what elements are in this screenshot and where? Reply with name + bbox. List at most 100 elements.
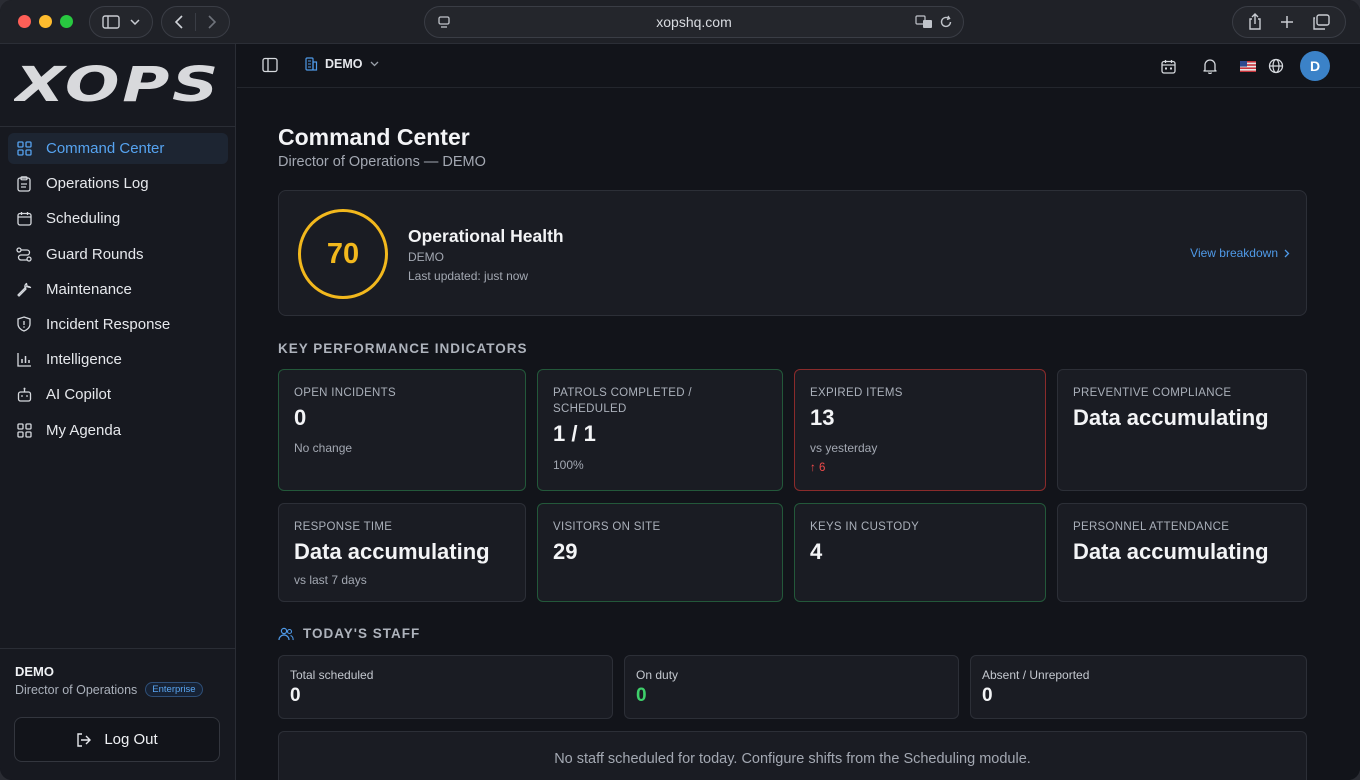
log-out-button[interactable]: Log Out bbox=[14, 717, 220, 762]
browser-toolbar: xopshq.com bbox=[0, 0, 1360, 44]
panel-toggle-icon[interactable] bbox=[262, 57, 278, 73]
avatar[interactable]: D bbox=[1300, 51, 1330, 81]
bot-icon bbox=[16, 387, 32, 403]
app-topbar: DEMO D bbox=[237, 44, 1360, 88]
browser-actions bbox=[1232, 6, 1346, 38]
kpi-label: VISITORS ON SITE bbox=[553, 521, 661, 533]
share-icon[interactable] bbox=[1248, 13, 1262, 31]
kpi-value: 0 bbox=[294, 405, 307, 430]
sidebar-item-incident-response[interactable]: Incident Response bbox=[8, 309, 228, 340]
grid-icon bbox=[16, 141, 32, 157]
kpi-value: 29 bbox=[553, 539, 578, 564]
view-breakdown-label: View breakdown bbox=[1190, 246, 1278, 260]
close-window-button[interactable] bbox=[18, 15, 31, 28]
sidebar-item-ai-copilot[interactable]: AI Copilot bbox=[8, 379, 228, 410]
sidebar-item-label: Scheduling bbox=[46, 210, 121, 228]
kpi-label: EXPIRED ITEMS bbox=[810, 387, 903, 399]
kpi-value: Data accumulating bbox=[294, 539, 490, 564]
sidebar-icon bbox=[102, 15, 120, 29]
zoom-window-button[interactable] bbox=[60, 15, 73, 28]
org-name: DEMO bbox=[325, 57, 363, 71]
new-tab-icon[interactable] bbox=[1280, 15, 1294, 29]
minimize-window-button[interactable] bbox=[39, 15, 52, 28]
sidebar-item-label: My Agenda bbox=[46, 421, 122, 439]
kpi-label: KEYS IN CUSTODY bbox=[810, 521, 920, 533]
topbar-actions: D bbox=[1154, 50, 1330, 82]
health-score: 70 bbox=[298, 209, 388, 299]
staff-card-on-duty: On duty 0 bbox=[624, 655, 959, 719]
kpi-card-personnel-attendance[interactable]: PERSONNEL ATTENDANCE Data accumulating bbox=[1057, 503, 1307, 602]
kpi-card-expired-items[interactable]: EXPIRED ITEMS 13 vs yesterday ↑ 6 bbox=[794, 369, 1046, 491]
notifications-button[interactable] bbox=[1196, 50, 1224, 82]
kpi-label: PERSONNEL ATTENDANCE bbox=[1073, 521, 1230, 533]
sidebar-item-command-center[interactable]: Command Center bbox=[8, 133, 228, 164]
sidebar-item-label: Command Center bbox=[46, 140, 165, 157]
xops-logo: XOPS bbox=[14, 60, 221, 110]
staff-card-total-scheduled: Total scheduled 0 bbox=[278, 655, 613, 719]
health-title: Operational Health bbox=[408, 226, 564, 246]
kpi-card-open-incidents[interactable]: OPEN INCIDENTS 0 No change bbox=[278, 369, 526, 491]
kpi-value: 13 bbox=[810, 405, 835, 430]
kpi-sub: vs last 7 days bbox=[294, 573, 367, 587]
browser-sidebar-toggle[interactable] bbox=[89, 6, 153, 38]
kpi-label: OPEN INCIDENTS bbox=[294, 387, 396, 399]
kpi-card-preventive-compliance[interactable]: PREVENTIVE COMPLIANCE Data accumulating bbox=[1057, 369, 1307, 491]
staff-label: Absent / Unreported bbox=[982, 668, 1090, 682]
globe-icon bbox=[1268, 58, 1284, 74]
bar-chart-icon bbox=[16, 352, 32, 368]
forward-icon[interactable] bbox=[208, 15, 216, 29]
kpi-trend: ↑ 6 bbox=[810, 462, 826, 474]
chevron-down-icon bbox=[130, 19, 140, 25]
chevron-down-icon bbox=[370, 61, 378, 67]
back-icon[interactable] bbox=[175, 15, 183, 29]
language-button[interactable] bbox=[1262, 50, 1290, 82]
sidebar-item-my-agenda[interactable]: My Agenda bbox=[8, 415, 228, 446]
staff-label: Total scheduled bbox=[290, 668, 374, 682]
org-switcher[interactable]: DEMO bbox=[304, 57, 379, 71]
sidebar-nav: Command Center Operations Log Scheduling… bbox=[8, 133, 228, 450]
us-flag-icon bbox=[1240, 60, 1256, 72]
user-name: DEMO bbox=[15, 664, 54, 679]
sidebar-item-maintenance[interactable]: Maintenance bbox=[8, 274, 228, 305]
calendar-icon bbox=[1160, 59, 1176, 74]
kpi-label: PREVENTIVE COMPLIANCE bbox=[1073, 387, 1232, 399]
language-flag-button[interactable] bbox=[1234, 50, 1262, 82]
calendar-button[interactable] bbox=[1154, 50, 1182, 82]
tab-overview-icon[interactable] bbox=[1312, 14, 1330, 30]
kpi-value: Data accumulating bbox=[1073, 405, 1269, 430]
building-icon bbox=[305, 57, 318, 71]
sidebar-item-scheduling[interactable]: Scheduling bbox=[8, 203, 228, 234]
sidebar-item-operations-log[interactable]: Operations Log bbox=[8, 168, 228, 199]
shield-icon bbox=[16, 316, 32, 333]
kpi-card-keys-in-custody[interactable]: KEYS IN CUSTODY 4 bbox=[794, 503, 1046, 602]
kpi-card-response-time[interactable]: RESPONSE TIME Data accumulating vs last … bbox=[278, 503, 526, 602]
kpi-value: Data accumulating bbox=[1073, 539, 1269, 564]
staff-label: On duty bbox=[636, 668, 679, 682]
sidebar-item-label: Guard Rounds bbox=[46, 245, 144, 263]
page-subtitle: Director of Operations — DEMO bbox=[278, 154, 486, 170]
staff-heading-text: TODAY'S STAFF bbox=[303, 626, 421, 641]
route-icon bbox=[16, 246, 32, 262]
users-icon bbox=[278, 627, 294, 640]
sidebar-item-guard-rounds[interactable]: Guard Rounds bbox=[8, 239, 228, 270]
reload-icon[interactable] bbox=[939, 15, 953, 29]
translate-icon[interactable] bbox=[915, 15, 933, 29]
log-out-icon bbox=[77, 732, 92, 747]
staff-value: 0 bbox=[982, 685, 993, 706]
kpi-card-visitors-on-site[interactable]: VISITORS ON SITE 29 bbox=[537, 503, 783, 602]
browser-nav-buttons bbox=[161, 6, 230, 38]
sidebar-item-label: Incident Response bbox=[46, 315, 171, 333]
staff-card-absent: Absent / Unreported 0 bbox=[970, 655, 1307, 719]
sidebar-item-intelligence[interactable]: Intelligence bbox=[8, 344, 228, 375]
kpi-label: PATROLS COMPLETED / SCHEDULED bbox=[553, 387, 692, 415]
wrench-icon bbox=[16, 281, 32, 297]
kpi-value: 1 / 1 bbox=[553, 421, 596, 446]
view-breakdown-link[interactable]: View breakdown bbox=[1190, 246, 1290, 260]
calendar-icon bbox=[16, 211, 32, 227]
kpi-card-patrols[interactable]: PATROLS COMPLETED / SCHEDULED 1 / 1 100% bbox=[537, 369, 783, 491]
address-bar[interactable]: xopshq.com bbox=[424, 6, 964, 38]
staff-value: 0 bbox=[636, 685, 647, 706]
svg-text:XOPS: XOPS bbox=[14, 60, 221, 110]
site-settings-icon[interactable] bbox=[437, 15, 451, 29]
plan-badge: Enterprise bbox=[145, 682, 203, 697]
